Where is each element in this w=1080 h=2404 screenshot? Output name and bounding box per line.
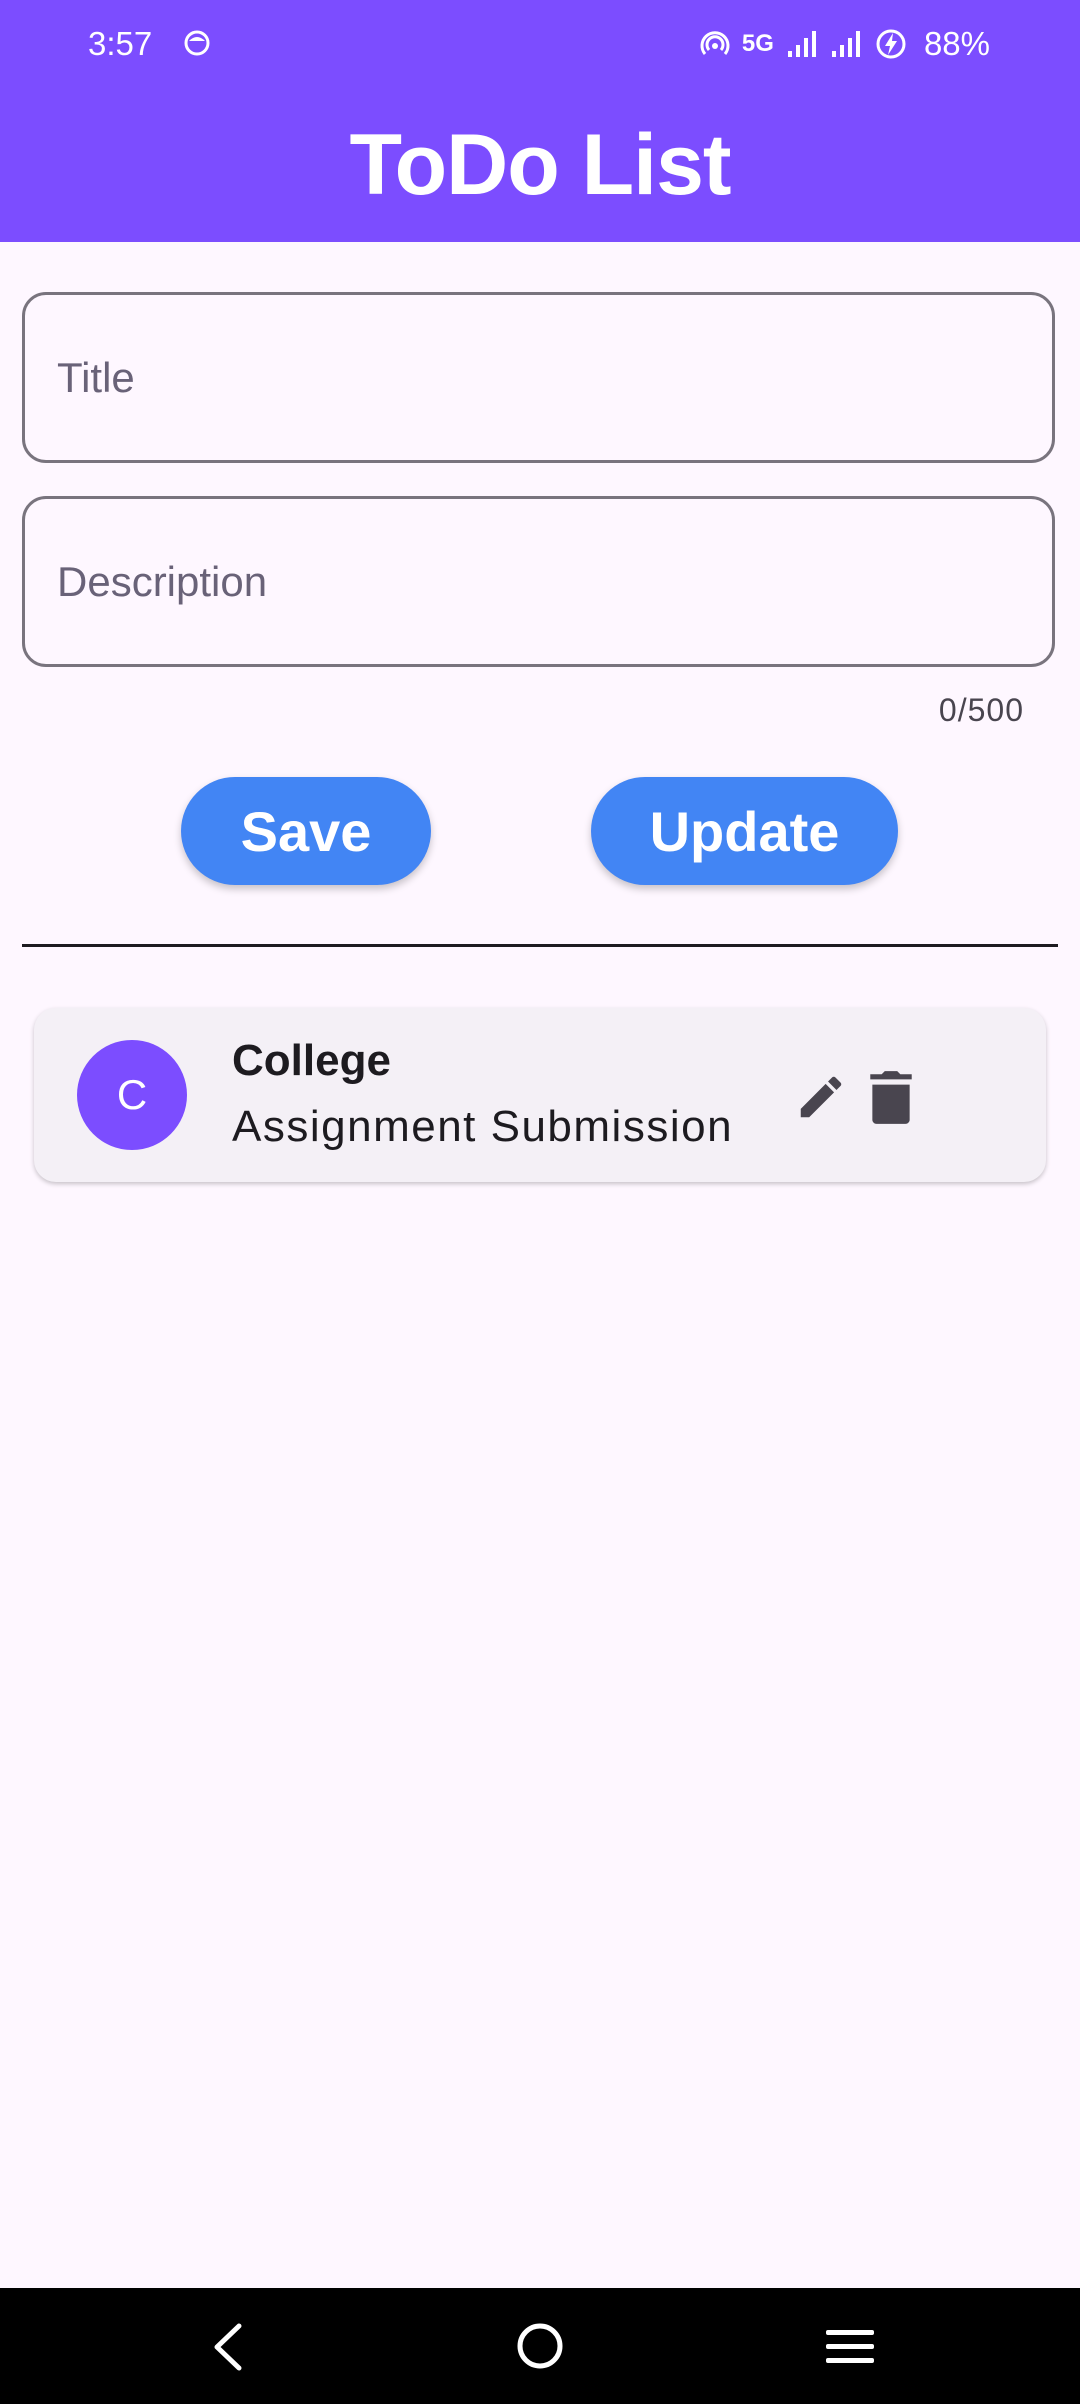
title-field[interactable] <box>22 292 1055 463</box>
recents-icon[interactable] <box>824 2324 876 2368</box>
description-input[interactable] <box>25 499 1052 664</box>
status-time: 3:57 <box>88 25 153 62</box>
delete-icon[interactable] <box>866 1068 916 1126</box>
edit-icon[interactable] <box>794 1070 848 1124</box>
todo-description: Assignment Submission <box>232 1102 734 1151</box>
status-icons: 5G 88% <box>700 22 990 66</box>
page-title: ToDo List <box>349 116 731 213</box>
description-field[interactable] <box>22 496 1055 667</box>
update-button[interactable]: Update <box>591 777 898 885</box>
app-bar: ToDo List <box>0 88 1080 242</box>
battery-level: 88% <box>923 25 990 62</box>
save-button[interactable]: Save <box>181 777 431 885</box>
network-type: 5G <box>741 30 774 57</box>
avatar: C <box>77 1040 187 1150</box>
signal-icon <box>787 31 816 57</box>
home-icon[interactable] <box>515 2321 565 2371</box>
title-input[interactable] <box>25 295 1052 460</box>
smiley-notification-icon <box>184 30 210 56</box>
description-counter: 0/500 <box>938 692 1024 728</box>
navigation-bar <box>0 2288 1080 2404</box>
todo-list-item[interactable]: C College Assignment Submission <box>34 1008 1046 1182</box>
back-icon[interactable] <box>205 2320 253 2374</box>
todo-title: College <box>232 1036 391 1085</box>
status-bar: 3:57 5G 88% <box>0 0 1080 88</box>
divider <box>22 944 1058 947</box>
hotspot-icon <box>700 31 730 55</box>
battery-charging-icon <box>876 29 906 59</box>
signal-icon <box>831 31 860 57</box>
